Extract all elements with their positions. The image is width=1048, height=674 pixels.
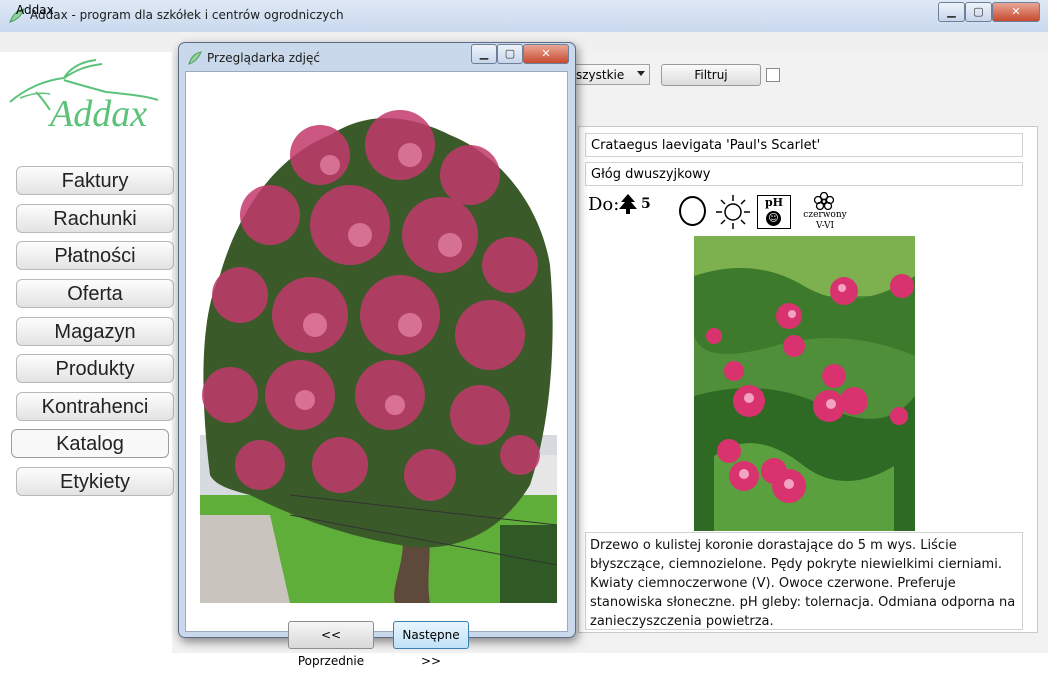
logo-text: Addax [50,93,148,135]
minimize-button[interactable]: ▁ [938,2,965,22]
app-leaf-icon [188,51,202,65]
smile-icon: ☺ [766,211,781,226]
nav-platnosci-button[interactable]: Płatności [16,241,174,270]
dialog-minimize-button[interactable]: ▁ [471,44,497,64]
tree-height-icon [619,194,637,214]
window-title: Addax - program dla szkółek i centrów og… [30,8,344,22]
previous-button[interactable]: << Poprzednie [288,621,374,668]
filter-button[interactable]: Filtruj [661,64,761,86]
nav-etykiety-button[interactable]: Etykiety [16,467,174,496]
nav-produkty-button[interactable]: Produkty [16,354,174,383]
flower-caption: czerwony V-VI [801,210,849,232]
dialog-maximize-button[interactable]: ▢ [497,44,523,64]
height-value: 5 [641,196,651,212]
plant-photo [694,236,915,531]
tree-photo [200,95,557,603]
plant-description: Drzewo o kulistej koronie dorastające do… [585,532,1023,630]
dialog-body: << Poprzednie Następne >> [185,71,568,668]
close-button[interactable]: ✕ [992,2,1040,22]
nav-faktury-button[interactable]: Faktury [16,166,174,195]
height-label: Do: [588,194,620,215]
category-select[interactable]: szystkie [573,64,650,85]
filter-checkbox[interactable] [766,68,780,82]
nav-kontrahenci-button[interactable]: Kontrahenci [16,392,174,421]
dialog-title: Przeglądarka zdjęć [207,51,320,65]
nav-rachunki-button[interactable]: Rachunki [16,204,174,233]
sidebar [0,52,172,653]
nav-magazyn-button[interactable]: Magazyn [16,317,174,346]
category-select-value: szystkie [576,68,625,82]
crown-shape-icon [679,196,706,226]
photo-viewer-dialog: Przeglądarka zdjęć ▁ ▢ ✕ << Poprzednie N… [178,42,576,668]
chevron-down-icon [637,71,645,76]
nav-katalog-button[interactable]: Katalog [11,429,169,458]
dialog-close-button[interactable]: ✕ [523,44,569,64]
next-button[interactable]: Następne >> [393,621,469,668]
latin-name-field: Crataegus laevigata 'Paul's Scarlet' [585,133,1023,157]
flower-months: V-VI [815,221,835,231]
ph-tolerance-icon: pH ☺ [757,195,791,229]
sun-icon [716,195,750,229]
flower-icon [813,192,835,210]
flower-color: czerwony [803,210,847,220]
menu-item-addax[interactable]: Addax [16,3,54,17]
maximize-button[interactable]: ▢ [965,2,992,22]
nav-oferta-button[interactable]: Oferta [16,279,174,308]
ph-label: pH [764,196,784,209]
polish-name-field: Głóg dwuszyjkowy [585,162,1023,186]
